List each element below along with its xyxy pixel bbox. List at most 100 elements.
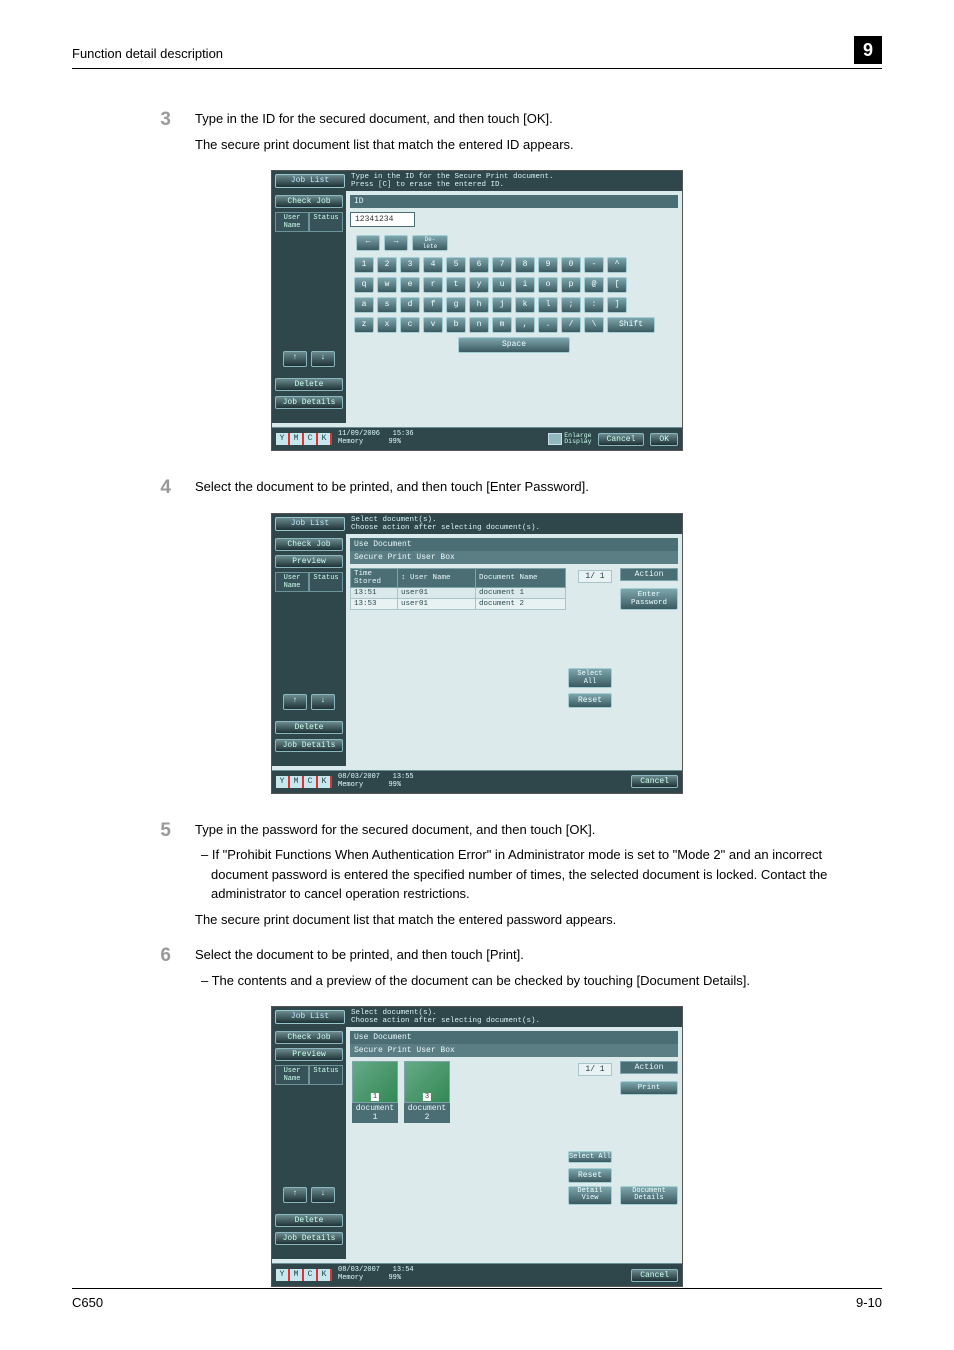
detail-view-button[interactable]: Detail View <box>568 1186 612 1205</box>
user-name-tab[interactable]: User Name <box>275 572 309 592</box>
key[interactable]: [ <box>607 277 627 293</box>
key[interactable]: f <box>423 297 443 313</box>
key[interactable]: j <box>492 297 512 313</box>
delete-button[interactable]: Delete <box>275 1214 343 1227</box>
key[interactable]: p <box>561 277 581 293</box>
key[interactable]: . <box>538 317 558 333</box>
key[interactable]: 8 <box>515 257 535 273</box>
job-list-tab[interactable]: Job List <box>275 517 345 531</box>
preview-button[interactable]: Preview <box>275 555 343 568</box>
space-key[interactable]: Space <box>458 337 570 353</box>
col-time[interactable]: Time Stored <box>351 568 398 587</box>
ok-button[interactable]: OK <box>650 433 678 446</box>
use-document-tab[interactable]: Use Document <box>350 1031 678 1044</box>
key[interactable]: - <box>584 257 604 273</box>
key[interactable]: o <box>538 277 558 293</box>
key[interactable]: c <box>400 317 420 333</box>
key[interactable]: 6 <box>469 257 489 273</box>
cancel-button[interactable]: Cancel <box>631 775 678 788</box>
key[interactable]: h <box>469 297 489 313</box>
job-list-tab[interactable]: Job List <box>275 174 345 188</box>
print-button[interactable]: Print <box>620 1081 678 1095</box>
enlarge-display-button[interactable]: Enlarge Display <box>548 433 591 446</box>
key[interactable]: q <box>354 277 374 293</box>
col-user[interactable]: ↕ User Name <box>397 568 475 587</box>
delete-key[interactable]: De- lete <box>412 235 448 251</box>
key[interactable]: l <box>538 297 558 313</box>
shift-key[interactable]: Shift <box>607 317 655 333</box>
key[interactable]: z <box>354 317 374 333</box>
key[interactable]: s <box>377 297 397 313</box>
scroll-up-button[interactable]: ↑ <box>283 1187 307 1203</box>
key[interactable]: 2 <box>377 257 397 273</box>
key[interactable]: d <box>400 297 420 313</box>
key[interactable]: 9 <box>538 257 558 273</box>
select-all-button[interactable]: Select All <box>568 668 612 688</box>
key[interactable]: : <box>584 297 604 313</box>
delete-button[interactable]: Delete <box>275 721 343 734</box>
cursor-right-key[interactable]: → <box>384 235 408 251</box>
scroll-down-button[interactable]: ↓ <box>311 351 335 367</box>
col-doc[interactable]: Document Name <box>476 568 566 587</box>
scroll-down-button[interactable]: ↓ <box>311 1187 335 1203</box>
key[interactable]: 0 <box>561 257 581 273</box>
table-row[interactable]: 13:53user01document 2 <box>351 598 566 609</box>
key[interactable]: ; <box>561 297 581 313</box>
cursor-left-key[interactable]: ← <box>356 235 380 251</box>
status-tab[interactable]: Status <box>309 1065 343 1085</box>
job-details-button[interactable]: Job Details <box>275 739 343 752</box>
key[interactable]: v <box>423 317 443 333</box>
document-thumbnail[interactable]: 1 document 1 <box>352 1061 398 1123</box>
key[interactable]: i <box>515 277 535 293</box>
user-name-tab[interactable]: User Name <box>275 1065 309 1085</box>
key[interactable]: ] <box>607 297 627 313</box>
key[interactable]: n <box>469 317 489 333</box>
preview-button[interactable]: Preview <box>275 1048 343 1061</box>
job-list-tab[interactable]: Job List <box>275 1010 345 1024</box>
use-document-tab[interactable]: Use Document <box>350 538 678 551</box>
key[interactable]: ^ <box>607 257 627 273</box>
key[interactable]: 3 <box>400 257 420 273</box>
document-details-button[interactable]: Document Details <box>620 1186 678 1205</box>
scroll-down-button[interactable]: ↓ <box>311 694 335 710</box>
enter-password-button[interactable]: Enter Password <box>620 588 678 610</box>
key[interactable]: e <box>400 277 420 293</box>
key[interactable]: y <box>469 277 489 293</box>
status-tab[interactable]: Status <box>309 212 343 232</box>
key[interactable]: 7 <box>492 257 512 273</box>
job-details-button[interactable]: Job Details <box>275 1232 343 1245</box>
id-input[interactable]: 12341234 <box>350 212 415 227</box>
key[interactable]: \ <box>584 317 604 333</box>
key[interactable]: / <box>561 317 581 333</box>
scroll-up-button[interactable]: ↑ <box>283 351 307 367</box>
key[interactable]: m <box>492 317 512 333</box>
scroll-up-button[interactable]: ↑ <box>283 694 307 710</box>
table-row[interactable]: 13:51user01document 1 <box>351 587 566 598</box>
check-job-button[interactable]: Check Job <box>275 195 343 208</box>
reset-button[interactable]: Reset <box>568 693 612 708</box>
key[interactable]: g <box>446 297 466 313</box>
job-details-button[interactable]: Job Details <box>275 396 343 409</box>
delete-button[interactable]: Delete <box>275 378 343 391</box>
document-thumbnail[interactable]: 3 document 2 <box>404 1061 450 1123</box>
key[interactable]: u <box>492 277 512 293</box>
check-job-button[interactable]: Check Job <box>275 1031 343 1044</box>
key[interactable]: b <box>446 317 466 333</box>
status-tab[interactable]: Status <box>309 572 343 592</box>
cancel-button[interactable]: Cancel <box>631 1269 678 1282</box>
key[interactable]: 4 <box>423 257 443 273</box>
cancel-button[interactable]: Cancel <box>598 433 645 446</box>
key[interactable]: @ <box>584 277 604 293</box>
key[interactable]: 5 <box>446 257 466 273</box>
key[interactable]: , <box>515 317 535 333</box>
check-job-button[interactable]: Check Job <box>275 538 343 551</box>
key[interactable]: k <box>515 297 535 313</box>
key[interactable]: w <box>377 277 397 293</box>
user-name-tab[interactable]: User Name <box>275 212 309 232</box>
key[interactable]: a <box>354 297 374 313</box>
key[interactable]: x <box>377 317 397 333</box>
select-all-button[interactable]: Select All <box>568 1151 612 1163</box>
key[interactable]: 1 <box>354 257 374 273</box>
key[interactable]: r <box>423 277 443 293</box>
key[interactable]: t <box>446 277 466 293</box>
